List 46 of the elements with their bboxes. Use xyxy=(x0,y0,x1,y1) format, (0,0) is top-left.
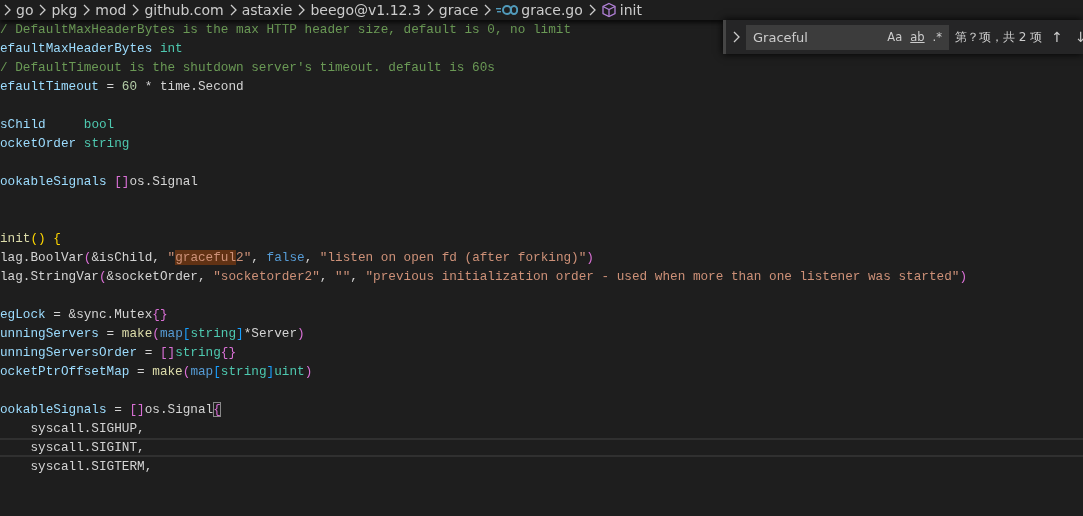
code-line: init() { xyxy=(0,230,61,248)
chevron-right-icon xyxy=(131,4,140,16)
code-line: ocketPtrOffsetMap = make(map[string]uint) xyxy=(0,363,313,381)
breadcrumb-item[interactable]: github.com xyxy=(144,2,224,18)
code-line: syscall.SIGHUP, xyxy=(30,420,145,438)
file-type-icon xyxy=(496,5,519,15)
code-line: syscall.SIGINT, xyxy=(30,440,145,455)
chevron-right-icon xyxy=(297,4,306,16)
chevron-right-icon xyxy=(483,4,492,16)
code-line: lag.StringVar(&socketOrder, "socketorder2", "", "previous initialization order - used when more than one listener was started") xyxy=(0,268,967,286)
code-line: / DefaultTimeout is the shutdown server's timeout. default is 60s xyxy=(0,59,495,77)
code-line: efaultMaxHeaderBytes int xyxy=(0,40,183,58)
chevron-right-icon[interactable] xyxy=(732,31,740,43)
match-count: 第？项，共 2 项 xyxy=(955,28,1043,46)
code-line: ookableSignals = []os.Signal{ xyxy=(0,401,221,419)
breadcrumb-item[interactable]: pkg xyxy=(51,2,78,18)
code-line: unningServers = make(map[string]*Server) xyxy=(0,325,305,343)
breadcrumb-item[interactable]: grace xyxy=(438,2,479,18)
chevron-right-icon xyxy=(82,4,91,16)
breadcrumb-item[interactable]: beego@v1.12.3 xyxy=(310,2,421,18)
breadcrumb-item[interactable]: mod xyxy=(95,2,127,18)
option-toggle[interactable]: .* xyxy=(929,27,945,47)
code-line: lag.BoolVar(&isChild, "graceful2", false, "listen on open fd (after forking)") xyxy=(0,249,594,267)
breadcrumb-item[interactable]: go xyxy=(16,2,34,18)
find-field[interactable]: Graceful Aa ab .* xyxy=(746,24,949,50)
breadcrumb-item[interactable]: grace.go xyxy=(496,2,583,18)
code-line: efaultTimeout = 60 * time.Second xyxy=(0,78,244,96)
chevron-right-icon xyxy=(425,4,434,16)
code-line: ookableSignals []os.Signal xyxy=(0,173,198,191)
code-line: ocketOrder string xyxy=(0,135,130,153)
code-line: sChild bool xyxy=(0,116,115,134)
navigate-button[interactable]: ↑ xyxy=(1048,29,1066,45)
option-toggle[interactable]: ab xyxy=(907,27,928,47)
chevron-right-icon xyxy=(228,4,237,16)
code-line: unningServersOrder = []string{} xyxy=(0,344,237,362)
chevron-right-icon xyxy=(587,4,596,16)
code-line: egLock = &sync.Mutex{} xyxy=(0,306,168,324)
code-line: syscall.SIGTERM, xyxy=(30,458,153,476)
breadcrumb-item[interactable]: init xyxy=(600,2,642,18)
breadcrumb-item[interactable]: astaxie xyxy=(241,2,293,18)
code-line: / DefaultMaxHeaderBytes is the max HTTP header size, default is 0, no limit xyxy=(0,21,572,39)
option-toggle[interactable]: Aa xyxy=(884,27,906,47)
cube-icon xyxy=(600,2,617,18)
navigate-button[interactable]: ↓ xyxy=(1072,29,1083,45)
chevron-right-icon xyxy=(3,4,11,16)
chevron-right-icon xyxy=(38,4,47,16)
